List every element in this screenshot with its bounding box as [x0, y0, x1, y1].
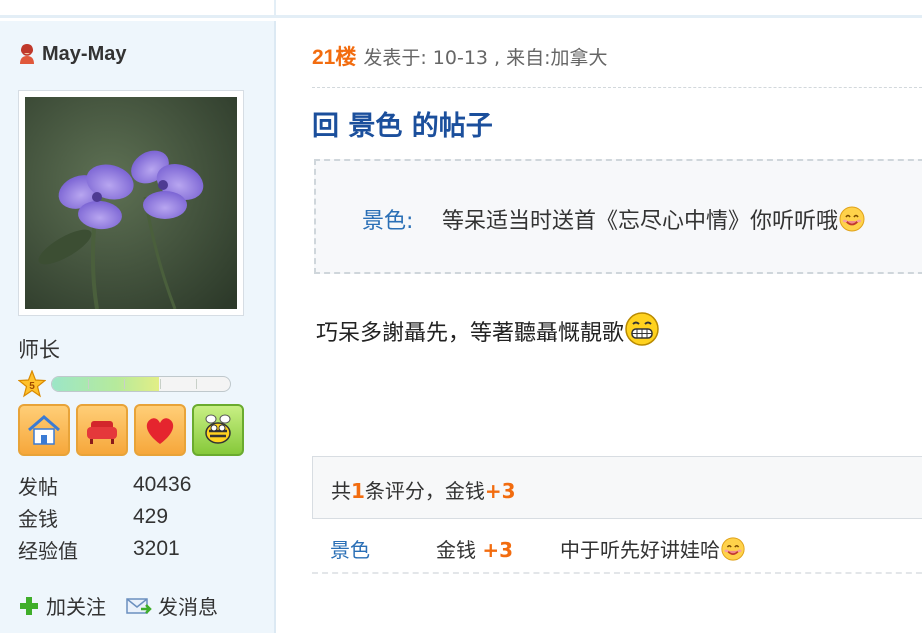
rating-count: 1 [351, 479, 365, 503]
rating-amount: 金钱 +3 [436, 534, 513, 563]
progress-tick [124, 379, 125, 389]
rating-reason: 中于听先好讲娃哈 [560, 538, 720, 562]
level-progress-fill [52, 377, 159, 391]
user-actions: 加关注 发消息 [18, 591, 238, 620]
user-stats: 发帖 40436 金钱 429 经验值 3201 [18, 469, 191, 565]
avatar-image [25, 97, 237, 309]
follow-label: 加关注 [46, 595, 106, 619]
home-medal-icon[interactable] [18, 404, 70, 456]
message-button[interactable]: 发消息 [126, 591, 218, 620]
plus-icon [20, 596, 38, 615]
post-title: 回 景色 的帖子 [312, 111, 493, 142]
level-row: 5 [18, 370, 231, 398]
avatar[interactable] [18, 90, 244, 316]
quote-author[interactable]: 景色: [362, 203, 413, 235]
bee-medal-icon[interactable] [192, 404, 244, 456]
rating-total: +3 [484, 479, 516, 503]
rating-currency: 金钱 [444, 479, 485, 503]
stat-label: 金钱 [18, 506, 58, 531]
rating-entry: 景色 金钱 +3 中于听先好讲娃哈 [312, 526, 922, 574]
stat-row-exp: 经验值 3201 [18, 533, 191, 565]
post-content: 21楼 发表于: 10-13 , 来自:加拿大 回 景色 的帖子 景色: 等呆适… [276, 21, 922, 633]
stat-value: 40436 [133, 473, 192, 496]
stat-label: 发帖 [18, 474, 58, 499]
level-progress-bar [51, 376, 231, 392]
post-meta: 21楼 发表于: 10-13 , 来自:加拿大 [312, 41, 608, 71]
quote-text: 等呆适当时送首《忘尽心中情》你听听哦 [442, 209, 839, 234]
grin-emoticon-icon [625, 312, 659, 346]
stat-value: 429 [133, 505, 169, 528]
smile-emoticon-icon [839, 206, 865, 232]
star-level-icon: 5 [18, 370, 46, 398]
message-label: 发消息 [158, 595, 218, 619]
floor-number[interactable]: 21楼 [312, 41, 356, 71]
rating-mid: 条评分， [364, 479, 445, 503]
progress-tick [88, 379, 89, 389]
rating-amount-value: +3 [482, 538, 514, 562]
column-divider [274, 0, 276, 18]
top-border [0, 0, 922, 18]
username[interactable]: May-May [42, 43, 126, 66]
post-date-location: 发表于: 10-13 , 来自:加拿大 [363, 47, 608, 69]
progress-tick [160, 379, 161, 389]
stat-row-posts: 发帖 40436 [18, 469, 191, 501]
rating-summary: 共1条评分，金钱+3 [312, 456, 922, 519]
sofa-medal-icon[interactable] [76, 404, 128, 456]
smile-emoticon-icon [721, 536, 745, 561]
female-user-icon [20, 44, 34, 64]
stat-label: 经验值 [18, 538, 78, 563]
meta-divider [312, 87, 922, 88]
rating-prefix: 共 [331, 479, 351, 503]
rating-currency-label: 金钱 [436, 538, 476, 562]
post-body-text: 巧呆多謝聶先，等著聽聶慨靚歌 [316, 321, 625, 346]
heart-medal-icon[interactable] [134, 404, 186, 456]
user-sidebar: May-May 师长 5 发帖 40436 金钱 429 经验值 3201 加关… [0, 21, 276, 633]
progress-tick [196, 379, 197, 389]
medal-list [18, 404, 244, 456]
svg-text:5: 5 [29, 381, 35, 392]
rater-name[interactable]: 景色 [330, 534, 370, 563]
quote-block: 景色: 等呆适当时送首《忘尽心中情》你听听哦 [314, 159, 922, 274]
user-header: May-May [18, 41, 126, 67]
quote-text-row: 等呆适当时送首《忘尽心中情》你听听哦 [442, 203, 866, 235]
stat-value: 3201 [133, 537, 180, 560]
rating-summary-text: 共1条评分，金钱+3 [331, 475, 516, 504]
follow-button[interactable]: 加关注 [18, 591, 106, 620]
post-body: 巧呆多謝聶先，等著聽聶慨靚歌 [316, 311, 660, 347]
stat-row-money: 金钱 429 [18, 501, 191, 533]
envelope-icon [126, 597, 152, 614]
user-rank: 师长 [18, 338, 60, 362]
rating-reason-row: 中于听先好讲娃哈 [560, 534, 746, 563]
